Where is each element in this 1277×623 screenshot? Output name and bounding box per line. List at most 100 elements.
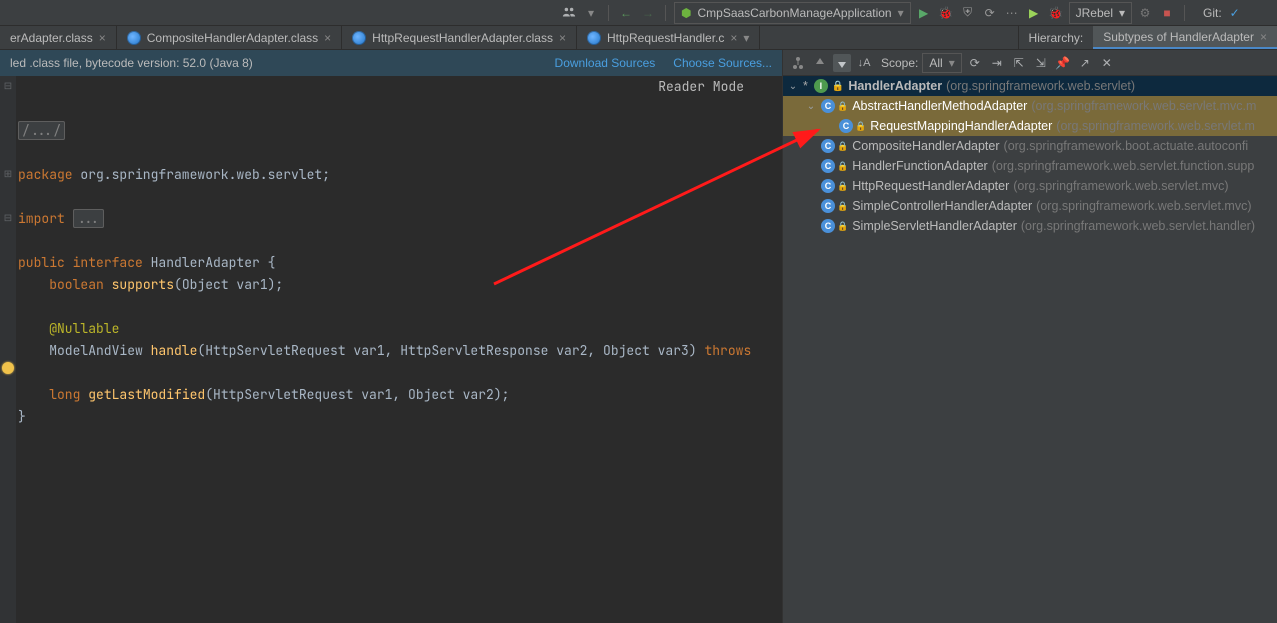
tab-label: erAdapter.class	[10, 31, 93, 45]
fold-toggle[interactable]: ⊟	[4, 208, 12, 230]
overflow-icon[interactable]: ▾	[743, 31, 749, 45]
back-icon[interactable]: ←	[617, 4, 635, 22]
collapse-all-icon[interactable]: ⇲	[1032, 54, 1050, 72]
tree-row[interactable]: C 🔒 HttpRequestHandlerAdapter (org.sprin…	[783, 176, 1277, 196]
forward-icon[interactable]: →	[639, 4, 657, 22]
expander-icon[interactable]: ⌄	[805, 101, 817, 112]
lock-icon: 🔒	[832, 81, 844, 92]
node-name: AbstractHandlerMethodAdapter	[852, 99, 1027, 113]
tree-row[interactable]: C 🔒 CompositeHandlerAdapter (org.springf…	[783, 136, 1277, 156]
code-fold[interactable]: ...	[73, 209, 104, 228]
dropdown-icon: ▾	[949, 56, 955, 70]
expander-icon[interactable]: ⌄	[787, 81, 799, 92]
debug-icon[interactable]: 🐞	[937, 4, 955, 22]
banner-text: led .class file, bytecode version: 52.0 …	[10, 56, 253, 70]
code-text: (HttpServletRequest var1, HttpServletRes…	[197, 342, 704, 359]
tree-row[interactable]: ⌄ C 🔒 AbstractHandlerMethodAdapter (org.…	[783, 96, 1277, 116]
editor-pane: led .class file, bytecode version: 52.0 …	[0, 50, 783, 623]
toolbar-separator	[665, 5, 666, 21]
node-name: SimpleServletHandlerAdapter	[852, 219, 1017, 233]
run-config-label: CmpSaasCarbonManageApplication	[697, 6, 891, 20]
lock-icon: 🔒	[837, 141, 848, 152]
supertypes-icon[interactable]	[811, 54, 829, 72]
jrebel-debug-icon[interactable]: 🐞	[1047, 4, 1065, 22]
close-icon[interactable]: ×	[324, 31, 331, 45]
keyword: long	[49, 386, 80, 403]
close-icon[interactable]: ×	[1260, 30, 1267, 44]
jrebel-run-icon[interactable]: ▶	[1025, 4, 1043, 22]
node-package: (org.springframework.web.servlet.handler…	[1021, 219, 1255, 233]
reader-mode-toggle[interactable]: Reader Mode	[658, 76, 744, 98]
stop-icon[interactable]: ■	[1158, 4, 1176, 22]
choose-sources-link[interactable]: Choose Sources...	[673, 56, 772, 70]
git-update-icon[interactable]: ✓	[1226, 4, 1244, 22]
class-icon: C	[821, 199, 835, 213]
fold-toggle[interactable]: ⊟	[4, 76, 12, 98]
scope-dropdown[interactable]: All ▾	[922, 53, 961, 73]
decompiled-banner: led .class file, bytecode version: 52.0 …	[0, 50, 782, 76]
fold-toggle[interactable]: ⊞	[4, 164, 12, 186]
scope-label: Scope:	[881, 56, 918, 70]
tree-row[interactable]: C 🔒 RequestMappingHandlerAdapter (org.sp…	[783, 116, 1277, 136]
chevron-down-icon[interactable]: ▾	[582, 4, 600, 22]
hierarchy-toolbar: ↓A Scope: All ▾ ⟳ ⇥ ⇱ ⇲ 📌 ↗ ✕	[783, 50, 1277, 76]
method-name: handle	[151, 342, 198, 359]
refresh-icon[interactable]: ⟳	[966, 54, 984, 72]
tab-label: HttpRequestHandlerAdapter.class	[372, 31, 553, 45]
lock-icon: 🔒	[837, 221, 848, 232]
tree-row[interactable]: C 🔒 SimpleServletHandlerAdapter (org.spr…	[783, 216, 1277, 236]
code-text: ModelAndView	[18, 342, 151, 359]
autoscroll-icon[interactable]: ⇥	[988, 54, 1006, 72]
keyword: import	[18, 210, 65, 227]
keyword: boolean	[49, 276, 104, 293]
dropdown-icon: ▾	[898, 6, 904, 20]
intention-bulb-icon[interactable]	[2, 362, 14, 374]
export-icon[interactable]: ↗	[1076, 54, 1094, 72]
editor-tabs: erAdapter.class × CompositeHandlerAdapte…	[0, 26, 1277, 50]
editor-tab[interactable]: HttpRequestHandlerAdapter.class ×	[342, 26, 577, 49]
brace: }	[18, 408, 26, 425]
close-icon[interactable]: ×	[99, 31, 106, 45]
editor-tab[interactable]: erAdapter.class ×	[0, 26, 117, 49]
pin-icon[interactable]: 📌	[1054, 54, 1072, 72]
run-config-dropdown[interactable]: ⬢ CmpSaasCarbonManageApplication ▾	[674, 2, 911, 24]
tree-row[interactable]: C 🔒 SimpleControllerHandlerAdapter (org.…	[783, 196, 1277, 216]
run-more-icon[interactable]: ⋯	[1003, 4, 1021, 22]
hierarchy-tabs: Hierarchy: Subtypes of HandlerAdapter ×	[1018, 26, 1277, 49]
tree-row[interactable]: C 🔒 HandlerFunctionAdapter (org.springfr…	[783, 156, 1277, 176]
spring-icon: ⬢	[681, 6, 691, 20]
java-class-icon	[127, 31, 141, 45]
main-toolbar: ▾ ← → ⬢ CmpSaasCarbonManageApplication ▾…	[0, 0, 1277, 26]
jrebel-dropdown[interactable]: JRebel ▾	[1069, 2, 1132, 24]
close-icon[interactable]: ×	[559, 31, 566, 45]
tree-row[interactable]: ⌄ * I 🔒 HandlerAdapter (org.springframew…	[783, 76, 1277, 96]
method-name: getLastModified	[88, 386, 205, 403]
editor-tab[interactable]: CompositeHandlerAdapter.class ×	[117, 26, 342, 49]
profile-icon[interactable]: ⟳	[981, 4, 999, 22]
coverage-icon[interactable]: ⛨	[959, 4, 977, 22]
class-icon: C	[821, 219, 835, 233]
build-icon[interactable]: ⚙	[1136, 4, 1154, 22]
subtypes-icon[interactable]	[833, 54, 851, 72]
editor-tab[interactable]: HttpRequestHandler.c × ▾	[577, 26, 760, 49]
class-hierarchy-icon[interactable]	[789, 54, 807, 72]
close-icon[interactable]: ×	[730, 31, 737, 45]
node-name: SimpleControllerHandlerAdapter	[852, 199, 1032, 213]
run-icon[interactable]: ▶	[915, 4, 933, 22]
node-name: CompositeHandlerAdapter	[852, 139, 999, 153]
hierarchy-tab[interactable]: Subtypes of HandlerAdapter ×	[1093, 26, 1277, 49]
sort-alpha-icon[interactable]: ↓A	[855, 54, 873, 72]
node-package: (org.springframework.web.servlet.mvc)	[1013, 179, 1228, 193]
code-text: (Object var1);	[174, 276, 283, 293]
toolbar-separator	[608, 5, 609, 21]
download-sources-link[interactable]: Download Sources	[555, 56, 656, 70]
hierarchy-tree: ⌄ * I 🔒 HandlerAdapter (org.springframew…	[783, 76, 1277, 623]
keyword: package	[18, 166, 73, 183]
scope-value: All	[929, 56, 942, 70]
hierarchy-tab-label: Subtypes of HandlerAdapter	[1103, 30, 1254, 44]
expand-all-icon[interactable]: ⇱	[1010, 54, 1028, 72]
close-icon[interactable]: ✕	[1098, 54, 1116, 72]
code-fold[interactable]: /.../	[18, 121, 65, 140]
code-editor[interactable]: Reader Mode /.../ package org.springfram…	[16, 76, 782, 623]
users-icon[interactable]	[560, 4, 578, 22]
